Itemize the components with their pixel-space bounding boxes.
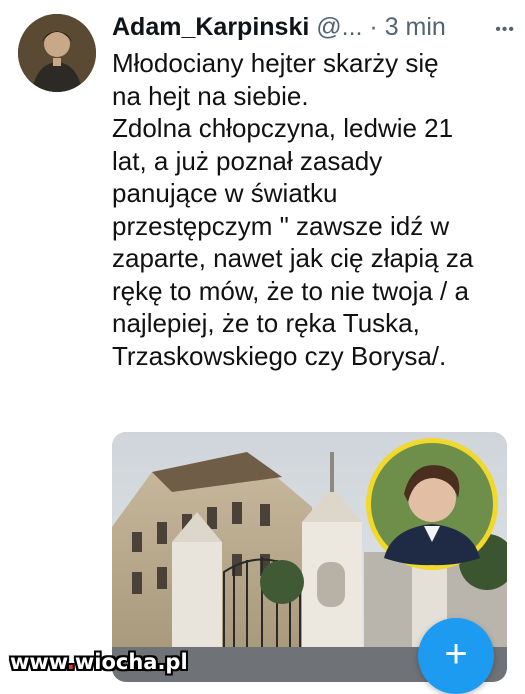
tweet-header: Adam_Karpinski @... · 3 min xyxy=(112,12,446,42)
avatar-image xyxy=(18,14,96,92)
site-watermark: www.wiocha.pl xyxy=(10,650,188,674)
tweet-text: Młodociany hejter skarży się na hejt na … xyxy=(112,48,474,371)
watermark-site: wiocha.pl xyxy=(74,650,188,674)
more-icon[interactable]: ••• xyxy=(495,20,515,40)
watermark-prefix: www xyxy=(10,650,67,674)
watermark-dot: . xyxy=(66,650,75,674)
plus-icon: + xyxy=(444,631,468,676)
tweet-timestamp[interactable]: 3 min xyxy=(385,13,446,41)
header-separator: · xyxy=(369,13,378,41)
author-name[interactable]: Adam_Karpinski xyxy=(112,13,309,41)
author-handle[interactable]: @... xyxy=(316,13,362,41)
compose-fab-button[interactable]: + xyxy=(418,618,494,694)
author-avatar[interactable] xyxy=(18,14,96,92)
